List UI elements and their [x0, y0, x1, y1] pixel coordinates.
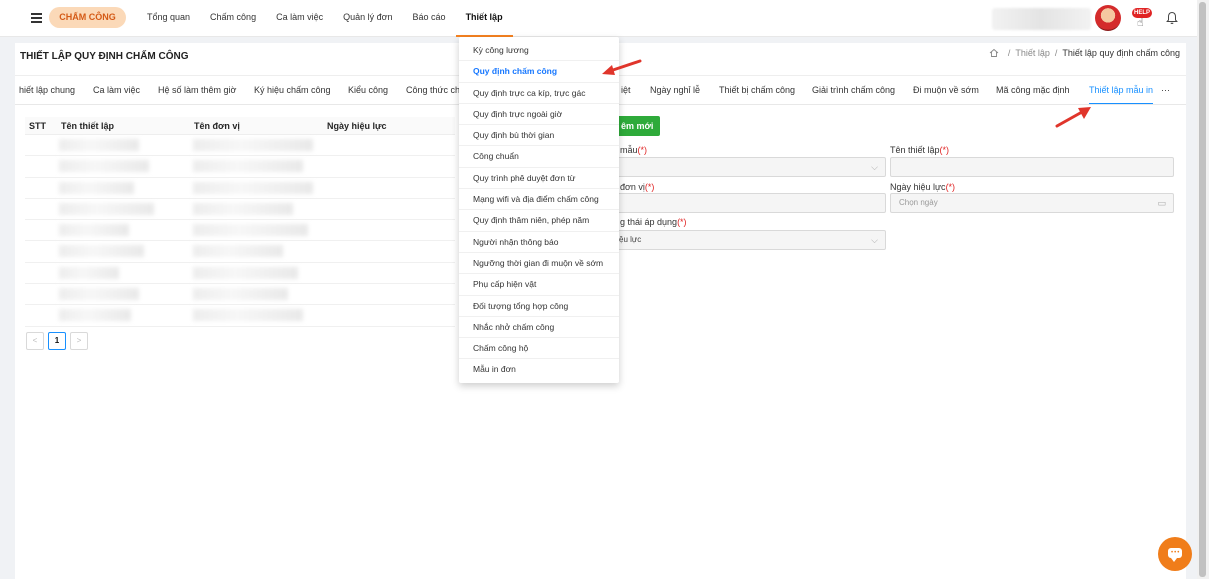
table-row[interactable]	[25, 241, 455, 263]
menu-item-quy-dinh-cham-cong[interactable]: Quy định chấm công	[459, 61, 619, 83]
tab-ca-lam-viec[interactable]: Ca làm việc	[93, 76, 140, 104]
pagination: < 1 >	[26, 332, 88, 350]
table-row[interactable]	[25, 305, 455, 327]
scrollbar-thumb[interactable]	[1199, 2, 1206, 577]
annotation-arrow-icon	[602, 59, 642, 75]
tab-thiet-lap-chung[interactable]: hiết lập chung	[19, 76, 75, 104]
nav-quan-ly-don[interactable]: Quản lý đơn	[333, 0, 402, 37]
status-select[interactable]: ệu lực ⌵	[610, 230, 886, 250]
col-stt: STT	[29, 121, 46, 131]
next-page-button[interactable]: >	[70, 332, 88, 350]
breadcrumb-thiet-lap[interactable]: Thiết lập	[1015, 48, 1050, 58]
menu-item-quy-dinh-bu-thoi-gian[interactable]: Quy định bù thời gian	[459, 125, 619, 147]
top-nav: Tổng quan Chấm công Ca làm việc Quản lý …	[137, 0, 513, 37]
field-label-don-vi: đơn vị(*)	[620, 182, 655, 192]
tab-thiet-bi-cham-cong[interactable]: Thiết bị chấm công	[719, 76, 795, 104]
field-label-ten-thiet-lap: Tên thiết lập(*)	[890, 145, 950, 155]
table-row[interactable]	[25, 178, 455, 199]
calendar-icon: ▭	[1157, 198, 1166, 208]
col-ten-thiet-lap: Tên thiết lập	[61, 121, 115, 131]
menu-item-nhac-nho[interactable]: Nhắc nhở chấm công	[459, 317, 619, 339]
breadcrumb: / Thiết lập / Thiết lập quy định chấm cô…	[989, 48, 1180, 58]
table-row[interactable]	[25, 156, 455, 178]
menu-item-doi-tuong-tong-hop[interactable]: Đối tượng tổng hợp công	[459, 296, 619, 317]
top-navbar: CHẤM CÔNG Tổng quan Chấm công Ca làm việ…	[0, 0, 1197, 37]
tab-kieu-cong[interactable]: Kiểu công	[348, 76, 388, 104]
annotation-arrow-icon	[1055, 107, 1091, 128]
prev-page-button[interactable]: <	[26, 332, 44, 350]
breadcrumb-separator: /	[1007, 48, 1011, 58]
tab-more-icon[interactable]: ···	[1161, 76, 1170, 104]
menu-item-ky-cong-luong[interactable]: Kỳ công lương	[459, 40, 619, 62]
chevron-down-icon: ⌵	[871, 162, 878, 172]
hand-pointer-icon: ☝	[1137, 17, 1144, 29]
tab-cong-thuc[interactable]: Công thức ch	[406, 76, 460, 104]
menu-item-mang-wifi[interactable]: Mạng wifi và địa điểm chấm công	[459, 189, 619, 211]
page-title: THIẾT LẬP QUY ĐỊNH CHẤM CÔNG	[20, 51, 189, 62]
nav-ca-lam-viec[interactable]: Ca làm việc	[266, 0, 333, 37]
menu-item-quy-trinh-phe-duyet[interactable]: Quy trình phê duyệt đơn từ	[459, 168, 619, 190]
help-icon[interactable]: HELP ☝	[1132, 8, 1152, 30]
tab-thiet-lap-mau-in[interactable]: Thiết lập mẫu in	[1089, 76, 1154, 104]
table-row[interactable]	[25, 135, 455, 157]
nav-thiet-lap[interactable]: Thiết lập	[455, 0, 513, 37]
nav-bao-cao[interactable]: Báo cáo	[403, 0, 456, 37]
menu-item-nguoi-nhan-thong-bao[interactable]: Người nhận thông báo	[459, 232, 619, 253]
tab-ngay-nghi-le[interactable]: Ngày nghỉ lễ	[650, 76, 700, 104]
tab-ky-hieu-cham-cong[interactable]: Ký hiệu chấm công	[254, 76, 331, 104]
menu-item-mau-in-don[interactable]: Mẫu in đơn	[459, 359, 619, 380]
menu-item-tham-nien-phep-nam[interactable]: Quy định thâm niên, phép năm	[459, 210, 619, 232]
col-ten-don-vi: Tên đơn vị	[194, 121, 240, 131]
table-row[interactable]	[25, 284, 455, 306]
app-name-badge[interactable]: CHẤM CÔNG	[49, 7, 126, 28]
menu-item-quy-dinh-truc-ngoai-gio[interactable]: Quy định trực ngoài giờ	[459, 104, 619, 126]
field-label-mau: mẫu(*)	[620, 145, 648, 155]
breadcrumb-current: Thiết lập quy định chấm công	[1062, 48, 1180, 58]
field-label-trang-thai: g thái áp dụng(*)	[620, 217, 687, 227]
tab-dac-biet[interactable]: iệt	[621, 76, 631, 104]
table-header: STT Tên thiết lập Tên đơn vị Ngày hiệu l…	[25, 117, 455, 135]
table-row[interactable]	[25, 220, 455, 242]
table-row[interactable]	[25, 263, 455, 285]
template-select[interactable]: ⌵	[610, 157, 886, 177]
blurred-search-box[interactable]	[992, 8, 1091, 30]
tab-di-muon-ve-som[interactable]: Đi muộn về sớm	[913, 76, 979, 104]
tab-ma-cong-mac-dinh[interactable]: Mã công mặc định	[996, 76, 1070, 104]
nav-tong-quan[interactable]: Tổng quan	[137, 0, 200, 37]
tab-he-so-lam-them-gio[interactable]: Hệ số làm thêm giờ	[158, 76, 236, 104]
menu-item-phu-cap-hien-vat[interactable]: Phụ cấp hiện vật	[459, 274, 619, 296]
page-scrollbar[interactable]	[1197, 0, 1209, 579]
effective-date-picker[interactable]: Chọn ngày ▭	[890, 193, 1174, 213]
unit-input[interactable]	[610, 193, 886, 213]
chevron-down-icon: ⌵	[871, 235, 878, 245]
col-ngay-hieu-luc: Ngày hiệu lực	[327, 121, 387, 131]
menu-item-quy-dinh-truc-ca-kip[interactable]: Quy định trực ca kíp, trực gác	[459, 83, 619, 104]
setting-name-input[interactable]	[890, 157, 1174, 177]
settings-table: STT Tên thiết lập Tên đơn vị Ngày hiệu l…	[25, 117, 455, 327]
table-row[interactable]	[25, 199, 455, 221]
field-label-ngay-hieu-luc: Ngày hiệu lực(*)	[890, 182, 956, 192]
menu-item-cham-cong-ho[interactable]: Chấm công hộ	[459, 338, 619, 360]
nav-cham-cong[interactable]: Chấm công	[200, 0, 266, 37]
menu-item-cong-chuan[interactable]: Công chuẩn	[459, 146, 619, 168]
page-1-button[interactable]: 1	[48, 332, 66, 350]
menu-item-nguong-di-muon[interactable]: Ngưỡng thời gian đi muộn về sớm	[459, 253, 619, 275]
chat-button[interactable]: •••	[1158, 537, 1192, 571]
breadcrumb-separator: /	[1054, 48, 1058, 58]
menu-icon[interactable]	[31, 13, 42, 23]
settings-dropdown-menu: Kỳ công lương Quy định chấm công Quy địn…	[459, 37, 619, 383]
avatar[interactable]	[1095, 5, 1121, 31]
home-icon[interactable]	[989, 48, 999, 58]
tab-giai-trinh-cham-cong[interactable]: Giải trình chấm công	[812, 76, 895, 104]
bell-icon[interactable]	[1166, 11, 1178, 25]
